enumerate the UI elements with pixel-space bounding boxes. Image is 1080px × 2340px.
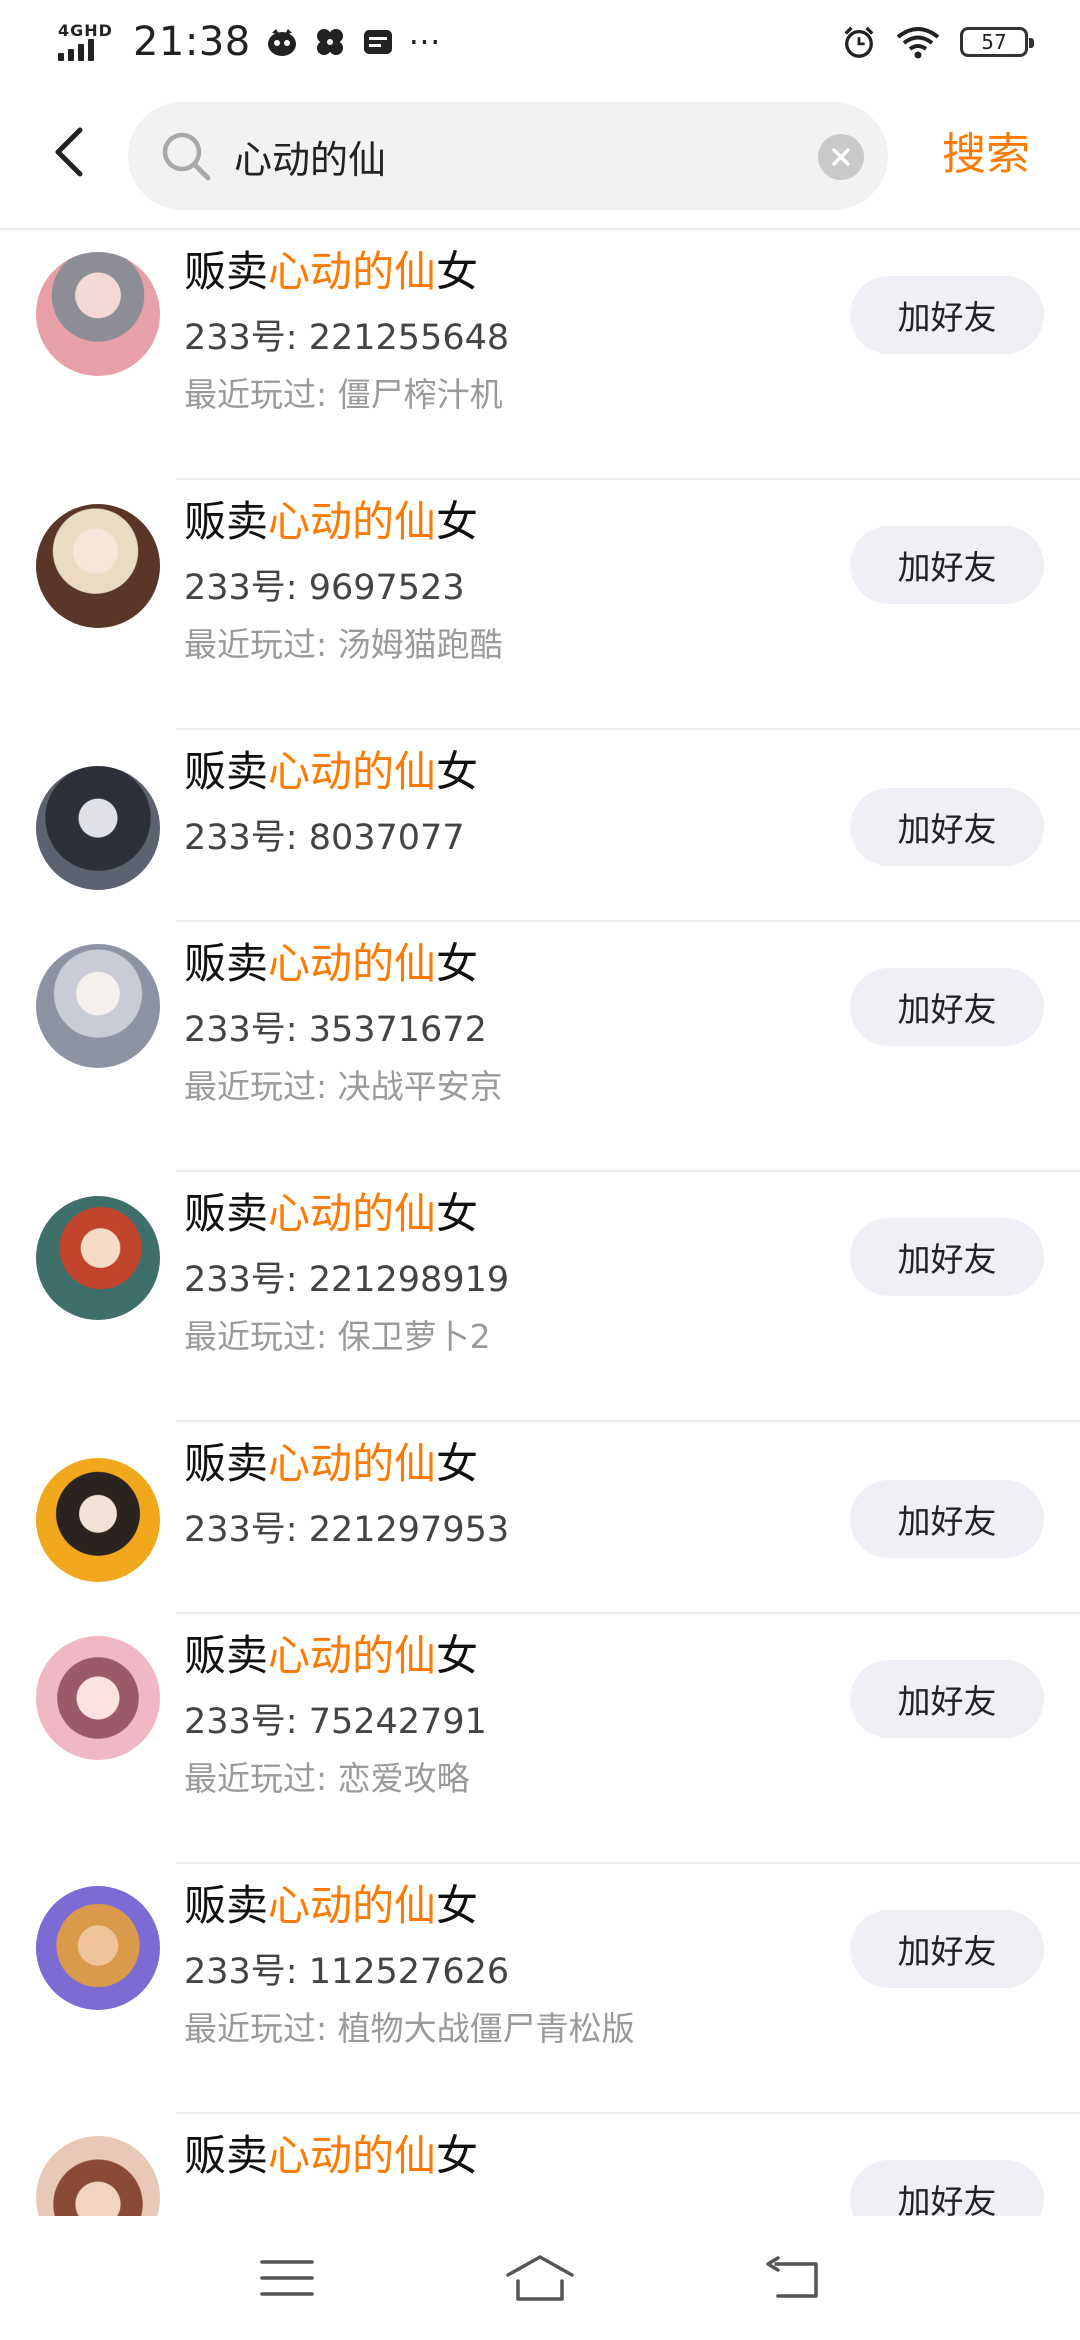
alarm-icon [842, 25, 876, 59]
user-id: 233号: 221297953 [184, 1510, 510, 1550]
name-highlight: 心动的仙 [268, 1189, 437, 1238]
name-highlight: 心动的仙 [268, 497, 437, 546]
recent-played: 最近玩过: 保卫萝卜2 [184, 1317, 491, 1356]
recent-played: 最近玩过: 决战平安京 [184, 1067, 503, 1106]
user-id: 233号: 8037077 [184, 818, 465, 858]
name-highlight: 心动的仙 [268, 247, 437, 296]
status-time: 21:38 [132, 19, 251, 65]
search-icon [160, 130, 212, 186]
user-name: 贩卖心动的仙女 [184, 1631, 479, 1680]
result-item[interactable]: 贩卖心动的仙女 233号: 112527626 最近玩过: 植物大战僵尸青松版 … [0, 1864, 1080, 2114]
back-button[interactable] [44, 122, 94, 182]
system-nav-bar [0, 2216, 1080, 2340]
user-id: 233号: 75242791 [184, 1702, 487, 1742]
avatar[interactable] [36, 944, 160, 1068]
name-highlight: 心动的仙 [268, 1439, 437, 1488]
avatar[interactable] [36, 504, 160, 628]
user-name: 贩卖心动的仙女 [184, 2131, 479, 2180]
name-highlight: 心动的仙 [268, 2131, 437, 2180]
user-id: 233号: 9697523 [184, 568, 465, 608]
recent-played: 最近玩过: 汤姆猫跑酷 [184, 625, 503, 664]
user-name: 贩卖心动的仙女 [184, 1439, 479, 1488]
avatar[interactable] [36, 252, 160, 376]
signal-icon: 4GHD [58, 23, 113, 61]
add-friend-button[interactable]: 加好友 [850, 1910, 1044, 1988]
search-input[interactable] [234, 124, 794, 188]
result-item[interactable]: 贩卖心动的仙女 233号: 221255648 最近玩过: 僵尸榨汁机 加好友 [0, 230, 1080, 480]
add-friend-button[interactable]: 加好友 [850, 968, 1044, 1046]
status-left: 4GHD 21:38 ··· [58, 20, 441, 64]
avatar[interactable] [36, 1886, 160, 2010]
clear-button[interactable] [818, 134, 864, 180]
user-name: 贩卖心动的仙女 [184, 247, 479, 296]
avatar[interactable] [36, 1458, 160, 1582]
menu-icon [259, 2260, 314, 2296]
user-name: 贩卖心动的仙女 [184, 747, 479, 796]
name-highlight: 心动的仙 [268, 939, 437, 988]
avatar[interactable] [36, 766, 160, 890]
user-id: 233号: 112527626 [184, 1952, 510, 1992]
add-friend-button[interactable]: 加好友 [850, 1480, 1044, 1558]
wifi-icon [896, 25, 940, 59]
user-id: 233号: 221255648 [184, 318, 510, 358]
result-item[interactable]: 贩卖心动的仙女 233号: 75242791 最近玩过: 恋爱攻略 加好友 [0, 1614, 1080, 1864]
user-id: 233号: 35371672 [184, 1010, 487, 1050]
search-results-list: 贩卖心动的仙女 233号: 221255648 最近玩过: 僵尸榨汁机 加好友 … [0, 230, 1080, 2216]
search-header: 搜索 [0, 84, 1080, 230]
avatar[interactable] [36, 1196, 160, 1320]
add-friend-button[interactable]: 加好友 [850, 2160, 1044, 2216]
chevron-left-icon [55, 127, 83, 177]
add-friend-button[interactable]: 加好友 [850, 1218, 1044, 1296]
recent-played: 最近玩过: 植物大战僵尸青松版 [184, 2009, 635, 2048]
avatar[interactable] [36, 2136, 160, 2216]
name-highlight: 心动的仙 [268, 1631, 437, 1680]
user-id: 233号: 221298919 [184, 1260, 510, 1300]
home-icon [506, 2255, 574, 2301]
recent-played: 最近玩过: 恋爱攻略 [184, 1759, 470, 1798]
add-friend-button[interactable]: 加好友 [850, 276, 1044, 354]
result-item[interactable]: 贩卖心动的仙女 233号: 9697523 最近玩过: 汤姆猫跑酷 加好友 [0, 480, 1080, 730]
result-item[interactable]: 贩卖心动的仙女 233号: 35371672 最近玩过: 决战平安京 加好友 [0, 922, 1080, 1172]
search-box[interactable] [128, 102, 888, 210]
avatar[interactable] [36, 1636, 160, 1760]
battery-level: 57 [981, 30, 1007, 54]
add-friend-button[interactable]: 加好友 [850, 1660, 1044, 1738]
back-nav-button[interactable] [753, 2238, 833, 2318]
name-highlight: 心动的仙 [268, 1881, 437, 1930]
battery-icon: 57 [960, 27, 1034, 57]
home-button[interactable] [500, 2238, 580, 2318]
network-type: 4GHD [58, 21, 113, 40]
add-friend-button[interactable]: 加好友 [850, 526, 1044, 604]
user-name: 贩卖心动的仙女 [184, 939, 479, 988]
clear-icon [832, 148, 850, 166]
wallet-icon [361, 25, 395, 59]
search-button[interactable]: 搜索 [942, 118, 1030, 192]
name-highlight: 心动的仙 [268, 747, 437, 796]
result-item[interactable]: 贩卖心动的仙女 233号: 221297953 加好友 [0, 1422, 1080, 1614]
result-item[interactable]: 贩卖心动的仙女 233号: 221298919 最近玩过: 保卫萝卜2 加好友 [0, 1172, 1080, 1422]
recent-played: 最近玩过: 僵尸榨汁机 [184, 375, 503, 414]
fan-app-icon [313, 25, 347, 59]
result-item[interactable]: 贩卖心动的仙女 233号: 8037077 加好友 [0, 730, 1080, 922]
menu-button[interactable] [247, 2238, 327, 2318]
user-name: 贩卖心动的仙女 [184, 1189, 479, 1238]
back-icon [766, 2256, 819, 2298]
user-name: 贩卖心动的仙女 [184, 497, 479, 546]
status-right: 57 [842, 25, 1034, 59]
add-friend-button[interactable]: 加好友 [850, 788, 1044, 866]
result-item[interactable]: 贩卖心动的仙女 加好友 [0, 2114, 1080, 2216]
status-overflow: ··· [408, 23, 441, 61]
status-bar: 4GHD 21:38 ··· 57 [0, 0, 1080, 84]
user-name: 贩卖心动的仙女 [184, 1881, 479, 1930]
app-notification-icon [265, 25, 299, 59]
